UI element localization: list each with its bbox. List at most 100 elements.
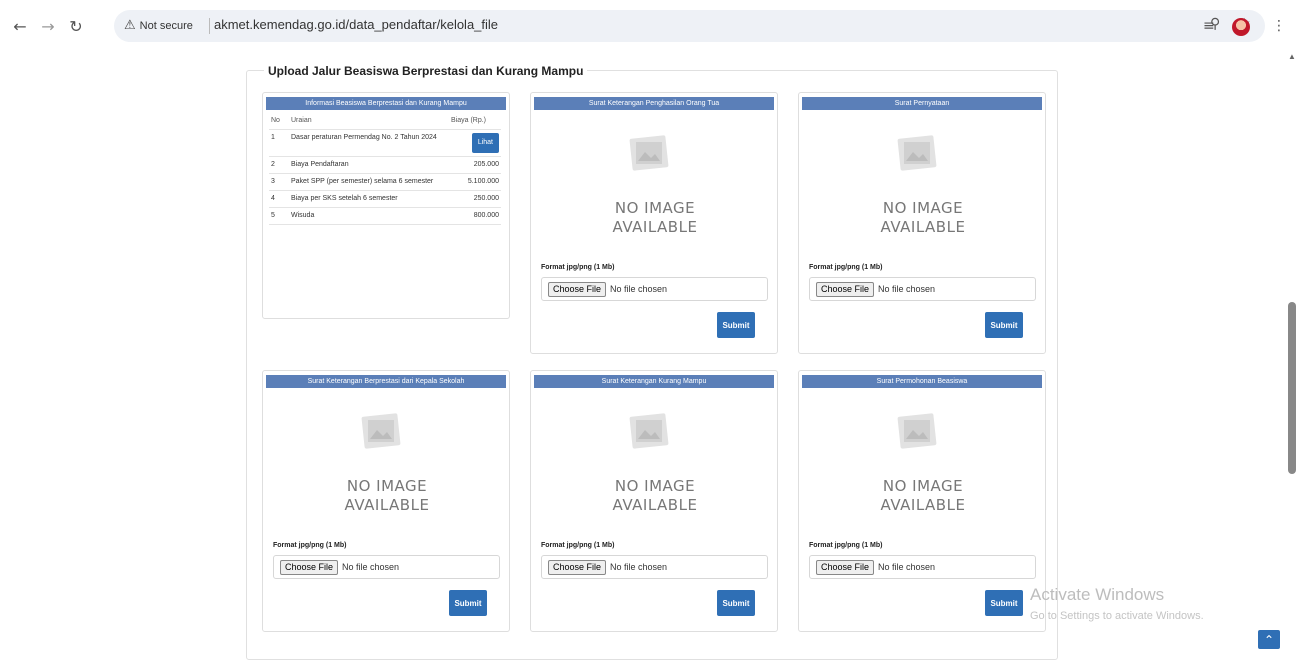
row-biaya: 250.000 xyxy=(449,190,501,208)
image-placeholder-icon xyxy=(361,413,401,449)
no-file-text: No file chosen xyxy=(878,562,936,572)
submit-button[interactable]: Submit xyxy=(449,590,487,616)
fee-table: No Uraian Biaya (Rp.) 1 Dasar peraturan … xyxy=(269,113,501,225)
browser-chrome: ← → ↻ ⚠ Not secure akmet.kemendag.go.id/… xyxy=(0,0,1301,52)
row-biaya: 5.100.000 xyxy=(449,173,501,191)
no-image-text: NO IMAGE AVAILABLE xyxy=(565,477,745,515)
forward-arrow-icon[interactable]: → xyxy=(36,14,60,38)
row-uraian: Wisuda xyxy=(289,207,449,225)
panel-title: Surat Pernyataan xyxy=(802,97,1042,110)
image-placeholder-icon xyxy=(629,135,669,171)
security-indicator[interactable]: ⚠ Not secure xyxy=(124,18,193,33)
table-header-row: No Uraian Biaya (Rp.) xyxy=(269,113,501,130)
reading-list-icon[interactable]: ≡ xyxy=(1203,18,1215,34)
image-placeholder-icon xyxy=(629,413,669,449)
address-bar[interactable]: ⚠ Not secure akmet.kemendag.go.id/data_p… xyxy=(114,10,1265,42)
no-image-line2: AVAILABLE xyxy=(612,496,698,514)
file-input[interactable]: Choose File No file chosen xyxy=(809,277,1036,301)
activation-watermark-title: Activate Windows xyxy=(1030,585,1165,604)
file-input[interactable]: Choose File No file chosen xyxy=(273,555,500,579)
row-uraian: Dasar peraturan Permendag No. 2 Tahun 20… xyxy=(289,129,449,157)
info-panel: Informasi Beasiswa Berprestasi dan Kuran… xyxy=(262,92,510,319)
table-row: 5 Wisuda 800.000 xyxy=(269,207,501,225)
file-input[interactable]: Choose File No file chosen xyxy=(541,555,768,579)
no-file-text: No file chosen xyxy=(610,562,668,572)
choose-file-button[interactable]: Choose File xyxy=(548,559,607,575)
table-row: 1 Dasar peraturan Permendag No. 2 Tahun … xyxy=(269,129,501,157)
upload-panel-penghasilan: Surat Keterangan Penghasilan Orang Tua N… xyxy=(530,92,778,354)
upload-panel-pernyataan: Surat Pernyataan NO IMAGE AVAILABLE Form… xyxy=(798,92,1046,354)
upload-panel-kurang-mampu: Surat Keterangan Kurang Mampu NO IMAGE A… xyxy=(530,370,778,632)
page-scrollbar[interactable]: ▲ xyxy=(1284,52,1301,649)
no-file-text: No file chosen xyxy=(342,562,400,572)
no-image-line2: AVAILABLE xyxy=(344,496,430,514)
fieldset-legend: Upload Jalur Beasiswa Berprestasi dan Ku… xyxy=(264,64,588,78)
header-biaya: Biaya (Rp.) xyxy=(449,113,501,130)
no-image-text: NO IMAGE AVAILABLE xyxy=(297,477,477,515)
table-row: 4 Biaya per SKS setelah 6 semester 250.0… xyxy=(269,190,501,208)
upload-panel-permohonan: Surat Permohonan Beasiswa NO IMAGE AVAIL… xyxy=(798,370,1046,632)
activation-watermark-subtitle: Go to Settings to activate Windows. xyxy=(1030,610,1204,622)
choose-file-button[interactable]: Choose File xyxy=(548,281,607,297)
back-arrow-icon[interactable]: ← xyxy=(8,14,32,38)
panel-title: Surat Keterangan Penghasilan Orang Tua xyxy=(534,97,774,110)
row-biaya: 800.000 xyxy=(449,207,501,225)
row-no: 5 xyxy=(269,207,289,225)
format-label: Format jpg/png (1 Mb) xyxy=(273,542,347,549)
file-input[interactable]: Choose File No file chosen xyxy=(541,277,768,301)
no-image-line2: AVAILABLE xyxy=(612,218,698,236)
lihat-button[interactable]: Lihat xyxy=(471,133,499,153)
header-uraian: Uraian xyxy=(289,113,449,130)
file-input[interactable]: Choose File No file chosen xyxy=(809,555,1036,579)
url-separator xyxy=(209,18,210,34)
no-image-line1: NO IMAGE xyxy=(614,477,696,495)
no-image-line1: NO IMAGE xyxy=(882,477,964,495)
scroll-to-top-button[interactable]: ⌃ xyxy=(1258,630,1280,649)
choose-file-button[interactable]: Choose File xyxy=(816,281,875,297)
warning-icon: ⚠ xyxy=(124,18,136,33)
info-panel-title: Informasi Beasiswa Berprestasi dan Kuran… xyxy=(266,97,506,110)
row-biaya: 205.000 xyxy=(449,156,501,174)
format-label: Format jpg/png (1 Mb) xyxy=(809,542,883,549)
header-no: No xyxy=(269,113,289,130)
row-no: 1 xyxy=(269,129,289,157)
row-uraian: Biaya Pendaftaran xyxy=(289,156,449,174)
no-file-text: No file chosen xyxy=(878,284,936,294)
format-label: Format jpg/png (1 Mb) xyxy=(541,264,615,271)
image-placeholder-icon xyxy=(897,413,937,449)
scroll-thumb[interactable] xyxy=(1288,302,1296,474)
scroll-up-arrow-icon[interactable]: ▲ xyxy=(1288,52,1296,61)
submit-button[interactable]: Submit xyxy=(985,590,1023,616)
security-label: Not secure xyxy=(139,19,193,32)
row-biaya-cell: Lihat xyxy=(449,129,501,157)
upload-panel-berprestasi: Surat Keterangan Berprestasi dari Kepala… xyxy=(262,370,510,632)
panel-title: Surat Permohonan Beasiswa xyxy=(802,375,1042,388)
url-text[interactable]: akmet.kemendag.go.id/data_pendaftar/kelo… xyxy=(214,17,498,32)
kebab-menu-icon[interactable]: ⋮ xyxy=(1272,18,1286,34)
choose-file-button[interactable]: Choose File xyxy=(280,559,339,575)
no-image-line2: AVAILABLE xyxy=(880,496,966,514)
submit-button[interactable]: Submit xyxy=(985,312,1023,338)
row-no: 2 xyxy=(269,156,289,174)
image-placeholder-icon xyxy=(897,135,937,171)
no-image-line2: AVAILABLE xyxy=(880,218,966,236)
table-row: 3 Paket SPP (per semester) selama 6 seme… xyxy=(269,173,501,191)
browser-toolbar: ← → ↻ ⚠ Not secure akmet.kemendag.go.id/… xyxy=(0,6,1301,46)
no-image-line1: NO IMAGE xyxy=(346,477,428,495)
profile-avatar[interactable] xyxy=(1232,18,1250,36)
no-image-text: NO IMAGE AVAILABLE xyxy=(833,199,1013,237)
choose-file-button[interactable]: Choose File xyxy=(816,559,875,575)
format-label: Format jpg/png (1 Mb) xyxy=(809,264,883,271)
panel-title: Surat Keterangan Kurang Mampu xyxy=(534,375,774,388)
no-image-line1: NO IMAGE xyxy=(614,199,696,217)
table-row: 2 Biaya Pendaftaran 205.000 xyxy=(269,156,501,174)
chevron-up-icon: ⌃ xyxy=(1263,632,1275,647)
row-no: 4 xyxy=(269,190,289,208)
reload-icon[interactable]: ↻ xyxy=(64,14,88,38)
submit-button[interactable]: Submit xyxy=(717,590,755,616)
panel-title: Surat Keterangan Berprestasi dari Kepala… xyxy=(266,375,506,388)
submit-button[interactable]: Submit xyxy=(717,312,755,338)
row-no: 3 xyxy=(269,173,289,191)
no-image-line1: NO IMAGE xyxy=(882,199,964,217)
no-image-text: NO IMAGE AVAILABLE xyxy=(565,199,745,237)
